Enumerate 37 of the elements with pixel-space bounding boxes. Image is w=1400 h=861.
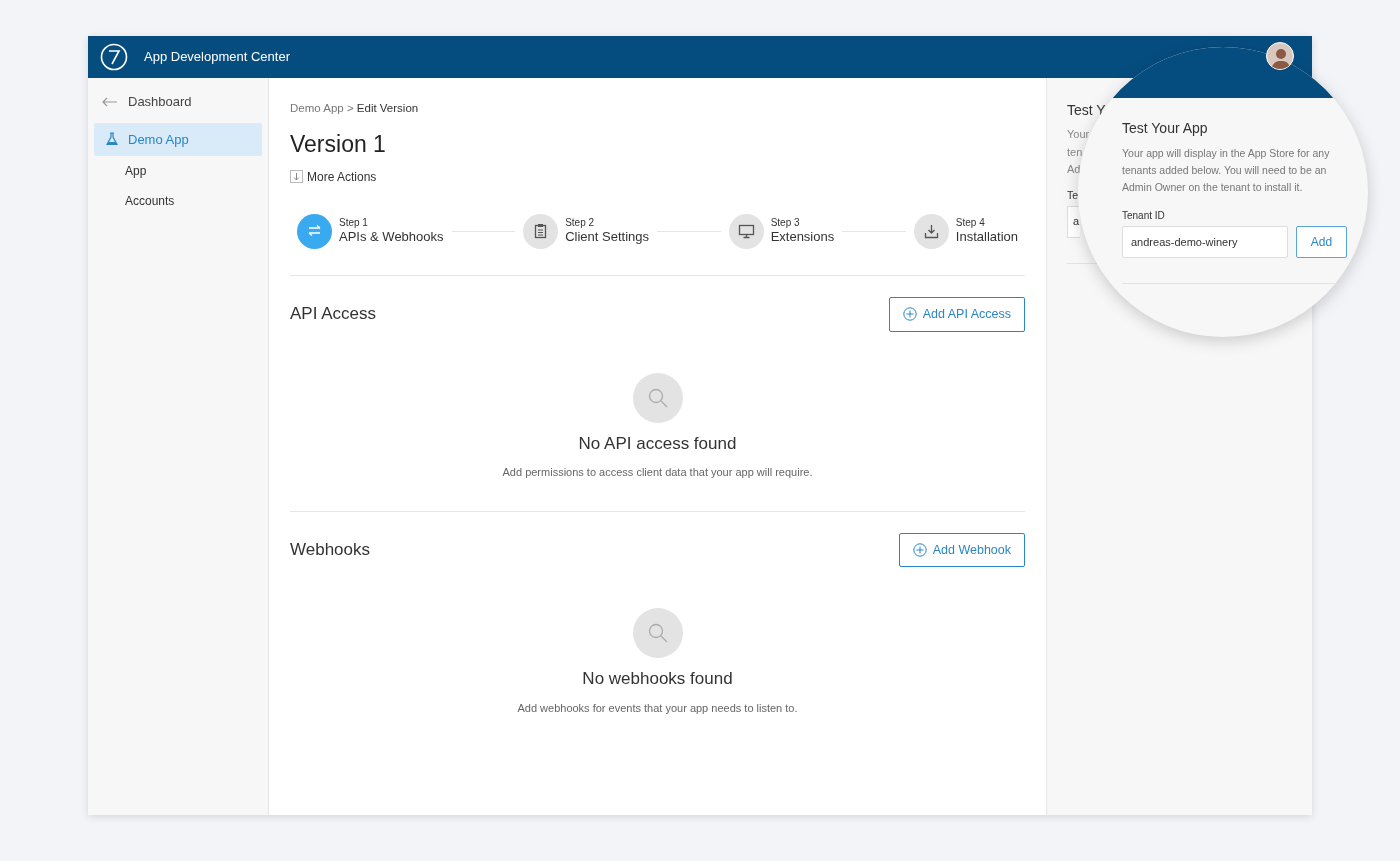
- section-title: Webhooks: [290, 539, 370, 562]
- monitor-icon: [736, 222, 756, 241]
- field-label: Te: [1067, 187, 1079, 203]
- logo-icon: [100, 43, 128, 71]
- breadcrumb: Demo App > Edit Version: [290, 101, 420, 116]
- empty-title: No webhooks found: [582, 668, 733, 691]
- sidebar-subitem[interactable]: Accounts: [94, 186, 262, 216]
- field-label: Tenant ID: [1122, 209, 1166, 223]
- panel-text: ten: [1067, 144, 1083, 160]
- step[interactable]: Step 3 Extensions: [728, 213, 835, 249]
- page-title: Version 1: [290, 130, 387, 160]
- sidebar-subitem[interactable]: App: [94, 156, 262, 186]
- panel-text: Your: [1067, 127, 1090, 142]
- panel-title: Test Y: [1067, 101, 1106, 120]
- plus-circle-icon: [902, 307, 917, 322]
- add-button[interactable]: Add Webhook: [898, 532, 1025, 568]
- panel-text: Ad: [1067, 162, 1081, 177]
- dashboard-link[interactable]: Dashboard: [128, 92, 192, 112]
- empty-text: Add webhooks for events that your app needs to listen to.: [517, 700, 798, 716]
- download-icon[interactable]: [290, 170, 303, 184]
- panel-title: Test Your App: [1122, 119, 1209, 138]
- add-button[interactable]: Add: [1296, 226, 1347, 258]
- step[interactable]: Step 2 Client Settings: [523, 213, 649, 249]
- input-field[interactable]: a: [1067, 206, 1080, 239]
- back-arrow-icon[interactable]: [102, 96, 118, 107]
- more-actions-link[interactable]: More Actions: [307, 167, 377, 186]
- step[interactable]: Step 1 APIs & Webhooks: [297, 213, 444, 249]
- step[interactable]: Step 4 Installation: [913, 213, 1018, 249]
- flask-icon: [106, 132, 118, 147]
- plus-circle-icon: [912, 542, 927, 557]
- empty-text: Add permissions to access client data that your app will require.: [502, 465, 813, 480]
- add-button[interactable]: Add API Access: [888, 296, 1025, 332]
- panel-description: Your app will display in the App Store for any tenants added below. You will need to be an Admin Owner on the tenant to install it.: [1122, 146, 1331, 195]
- section-title: API Access: [290, 303, 376, 326]
- tenant-id-field[interactable]: andreas-demo-winery: [1122, 226, 1288, 258]
- app-title: App Development Center: [144, 48, 290, 67]
- empty-title: No API access found: [578, 432, 737, 455]
